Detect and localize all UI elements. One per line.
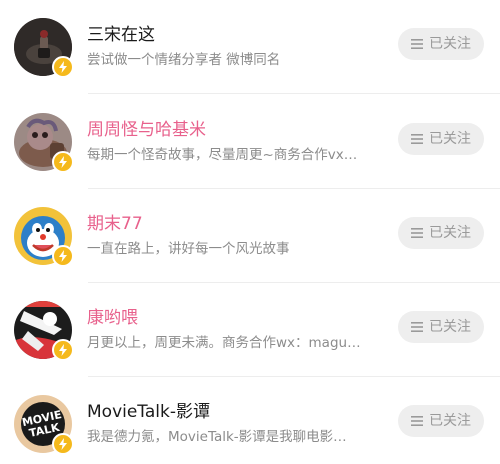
user-name[interactable]: 三宋在这 [87,24,155,46]
menu-icon [411,134,423,144]
followed-button[interactable]: 已关注 [398,311,484,343]
menu-icon [411,39,423,49]
followed-button[interactable]: 已关注 [398,123,484,155]
user-name[interactable]: 周周怪与哈基米 [87,119,206,141]
followed-label: 已关注 [429,131,471,147]
user-name[interactable]: 期末77 [87,213,143,235]
menu-icon [411,416,423,426]
lightning-icon [52,56,74,78]
followed-button[interactable]: 已关注 [398,217,484,249]
list-item[interactable]: 康哟喂 月更以上，周更未满。商务合作wx：magu… 已关注 [0,283,500,377]
user-description: 尝试做一个情绪分享者 微博同名 [87,52,281,68]
followed-label: 已关注 [429,319,471,335]
lightning-icon [52,245,74,267]
user-name[interactable]: MovieTalk-影谭 [87,401,210,423]
lightning-icon [52,151,74,173]
followed-button[interactable]: 已关注 [398,405,484,437]
user-description: 月更以上，周更未满。商务合作wx：magu… [87,335,361,351]
list-item[interactable]: 三宋在这 尝试做一个情绪分享者 微博同名 已关注 [0,0,500,94]
menu-icon [411,228,423,238]
menu-icon [411,322,423,332]
list-item[interactable]: MOVIE TALK MovieTalk-影谭 我是德力氪，MovieTalk-… [0,377,500,464]
followed-label: 已关注 [429,225,471,241]
followed-label: 已关注 [429,36,471,52]
lightning-icon [52,339,74,361]
list-item[interactable]: 周周怪与哈基米 每期一个怪奇故事，尽量周更~商务合作vx… 已关注 [0,95,500,189]
lightning-icon [52,433,74,455]
user-name[interactable]: 康哟喂 [87,307,138,329]
user-description: 一直在路上，讲好每一个风光故事 [87,241,290,257]
follow-list: 三宋在这 尝试做一个情绪分享者 微博同名 已关注 周周怪与哈基米 每期一个怪奇故… [0,0,500,464]
user-description: 我是德力氪，MovieTalk-影谭是我聊电影… [87,429,347,445]
list-item[interactable]: 期末77 一直在路上，讲好每一个风光故事 已关注 [0,189,500,283]
divider [88,93,500,94]
followed-button[interactable]: 已关注 [398,28,484,60]
user-description: 每期一个怪奇故事，尽量周更~商务合作vx… [87,147,358,163]
followed-label: 已关注 [429,413,471,429]
